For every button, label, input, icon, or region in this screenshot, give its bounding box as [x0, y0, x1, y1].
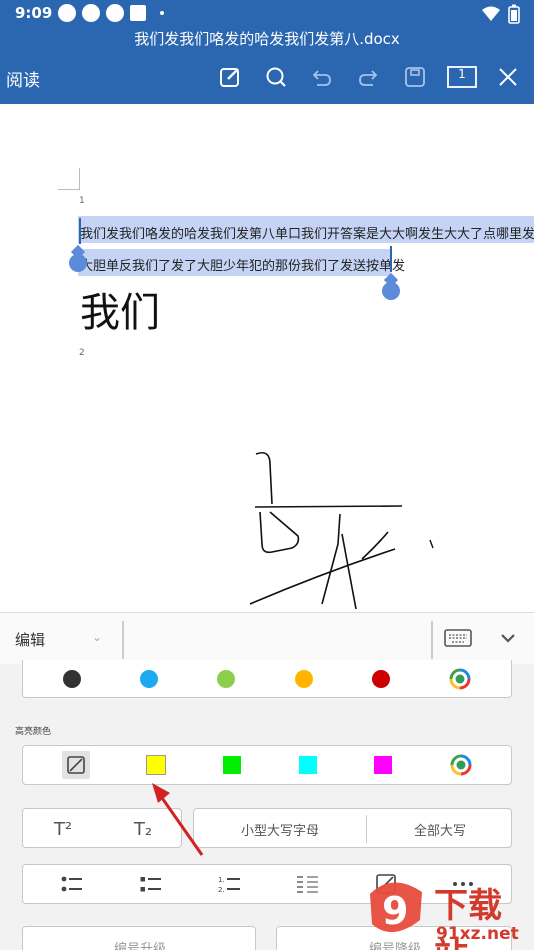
highlight-color-swatch[interactable] [223, 756, 242, 774]
more-colors-icon[interactable] [450, 754, 472, 776]
app-notification-icon [130, 5, 146, 21]
top-toolbar: 阅读 1 [0, 52, 534, 104]
app-notification-icon [82, 4, 100, 22]
font-color-swatch[interactable] [294, 669, 313, 688]
keyboard-icon[interactable] [444, 629, 472, 647]
divider [122, 621, 124, 659]
watermark: 9 下载站 91xz.net [362, 854, 534, 950]
redo-icon [359, 70, 378, 86]
divider [431, 621, 433, 659]
svg-text:9: 9 [382, 889, 408, 933]
status-bar: 9:09 [0, 0, 534, 28]
parenthesis-list-icon[interactable] [296, 874, 320, 894]
undo-icon [312, 70, 331, 86]
app-notification-icon [58, 4, 76, 22]
ink-drawing[interactable] [0, 104, 534, 612]
highlight-color-swatch[interactable] [298, 756, 317, 774]
numbering-promote-label: 编号升级 [113, 941, 166, 950]
highlight-color-label: 高亮颜色 [15, 727, 52, 737]
undo-button[interactable] [307, 62, 337, 92]
page-count-button[interactable]: 1 [447, 62, 477, 92]
more-colors-icon[interactable] [449, 668, 471, 690]
font-color-swatch[interactable] [371, 669, 390, 688]
close-button[interactable] [493, 62, 523, 92]
font-color-row [22, 660, 512, 698]
caps-button-group: 小型大写字母 全部大写 [193, 808, 512, 848]
highlight-color-swatch[interactable] [374, 756, 393, 774]
find-button[interactable] [261, 62, 291, 92]
battery-icon [508, 4, 520, 24]
tutorial-arrow-icon [152, 783, 204, 856]
page-count: 1 [458, 67, 466, 81]
highlight-color-swatch[interactable] [146, 755, 167, 775]
edit-mode-button[interactable] [215, 62, 245, 92]
font-color-swatch[interactable] [139, 669, 158, 688]
numbering-promote-button[interactable]: 编号升级 [22, 926, 256, 950]
edit-mode-dropdown[interactable]: 编辑 [15, 629, 45, 650]
bullet-list-icon[interactable] [60, 874, 84, 894]
save-button[interactable] [400, 62, 430, 92]
status-time: 9:09 [15, 4, 53, 22]
collapse-panel-icon[interactable] [500, 632, 516, 644]
all-caps-button[interactable]: 全部大写 [367, 809, 513, 849]
notification-icons [58, 4, 164, 22]
font-color-swatch[interactable] [217, 669, 236, 688]
read-mode-button[interactable]: 阅读 [6, 66, 40, 91]
chevron-down-icon: ⌄ [92, 630, 103, 644]
numbered-list-icon[interactable]: 1.2. [218, 874, 242, 894]
save-icon [405, 67, 425, 87]
wifi-icon [482, 6, 500, 21]
font-color-swatch[interactable] [62, 669, 81, 688]
document-title: 我们发我们咯发的哈发我们发第八.docx [0, 28, 534, 52]
watermark-domain: 91xz.net [436, 924, 519, 944]
redo-button[interactable] [353, 62, 383, 92]
edit-icon [220, 68, 239, 87]
document-canvas[interactable]: 1 我们发我们咯发的哈发我们发第八单口我们开答案是大大啊发生大大了点哪里发啦 大… [0, 104, 534, 612]
superscript-button[interactable]: T² [23, 809, 103, 849]
square-bullet-list-icon[interactable] [139, 874, 163, 894]
edit-bar: 编辑 ⌄ [0, 612, 534, 664]
svg-text:1.: 1. [218, 876, 225, 884]
no-highlight-swatch[interactable] [61, 751, 90, 779]
highlight-color-row [22, 745, 512, 785]
more-notifications-icon [160, 11, 164, 15]
close-icon [499, 68, 517, 86]
app-notification-icon [106, 4, 124, 22]
svg-text:2.: 2. [218, 886, 225, 894]
search-icon [266, 67, 286, 87]
app-root: { "status_bar": { "time": "9:09" }, "doc… [0, 0, 534, 950]
system-icons [482, 4, 520, 24]
no-color-icon [67, 756, 85, 774]
